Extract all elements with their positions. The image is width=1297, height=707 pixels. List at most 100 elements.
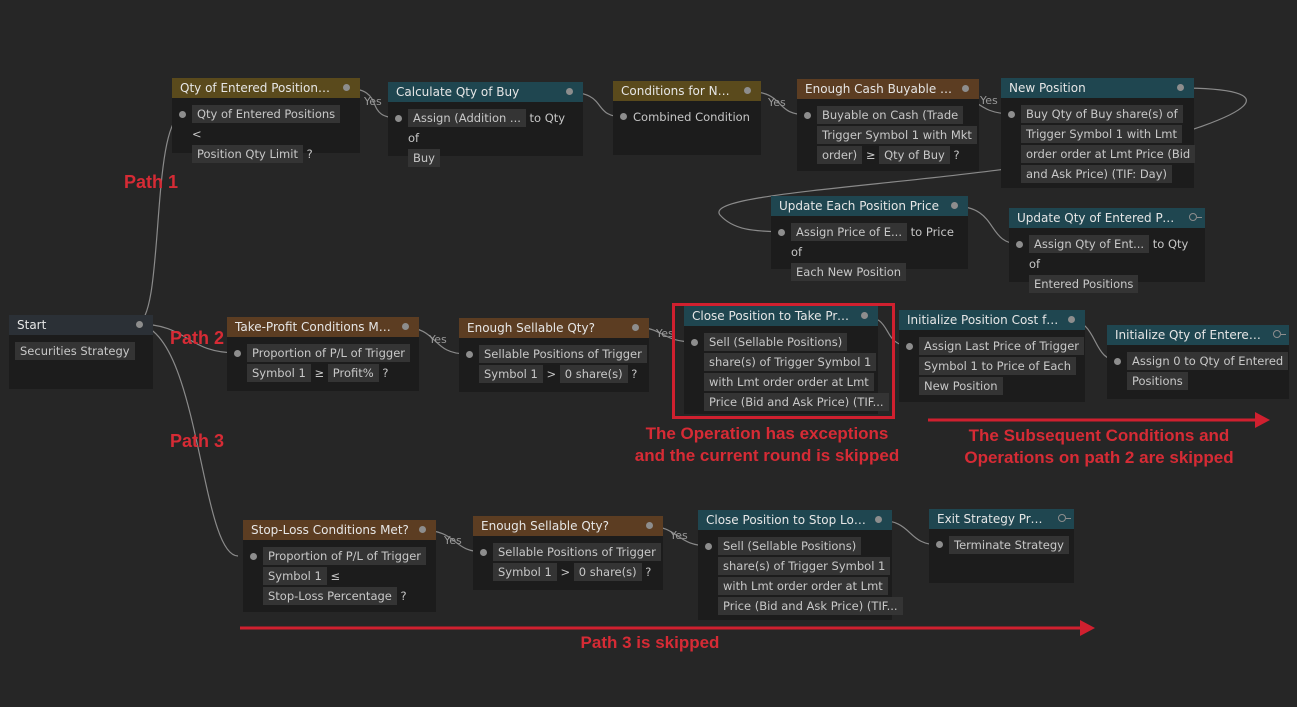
output-port-icon[interactable] [1177, 84, 1184, 91]
output-port-icon[interactable] [566, 88, 573, 95]
input-port-icon[interactable] [778, 229, 785, 236]
node-exit-strategy[interactable]: Exit Strategy Prog... Terminate Strategy [929, 509, 1074, 583]
node-enough-cash-title: Enough Cash Buyable Qty? [805, 82, 968, 96]
input-port-icon[interactable] [804, 112, 811, 119]
output-port-icon[interactable] [1068, 316, 1075, 323]
end-port-icon[interactable] [1189, 213, 1202, 221]
token: order order at Lmt Price (Bid [1021, 145, 1196, 163]
node-start-header: Start [9, 315, 153, 335]
token: share(s) of Trigger Symbol 1 [718, 557, 891, 575]
operator: ? [382, 366, 389, 380]
node-sellable-sl[interactable]: Enough Sellable Qty? Sellable Positions … [473, 516, 663, 590]
input-port-icon[interactable] [620, 113, 627, 120]
token: Terminate Strategy [949, 536, 1069, 554]
end-port-icon[interactable] [1273, 330, 1286, 338]
node-conditions-new-body: Combined Condition [613, 101, 761, 133]
token: Securities Strategy [15, 342, 135, 360]
input-port-icon[interactable] [936, 541, 943, 548]
node-update-price-title: Update Each Position Price [779, 199, 940, 213]
node-qty-limit[interactable]: Qty of Entered Positions L... Qty of Ent… [172, 78, 360, 163]
node-start[interactable]: Start Securities Strategy [9, 315, 153, 389]
node-init-qty-header: Initialize Qty of Entered ... [1107, 325, 1289, 345]
token: and Ask Price) (TIF: Day) [1021, 165, 1173, 183]
node-take-profit-header: Take-Profit Conditions Met? [227, 317, 419, 337]
token: Assign Last Price of Trigger [919, 337, 1085, 355]
token: with Lmt order order at Lmt [718, 577, 888, 595]
node-conditions-new[interactable]: Conditions for Ne... Combined Condition [613, 81, 761, 155]
exception-note-line2: and the current round is skipped [634, 446, 900, 465]
output-port-icon[interactable] [343, 84, 350, 91]
token: Sellable Positions of Trigger [493, 543, 661, 561]
node-stop-loss[interactable]: Stop-Loss Conditions Met? Proportion of … [243, 520, 436, 612]
node-close-stop-loss-title: Close Position to Stop Loss [706, 513, 867, 527]
operator: < [192, 127, 202, 141]
operator: ≥ [314, 366, 325, 380]
path-3-label: Path 3 [170, 431, 225, 451]
input-port-icon[interactable] [480, 549, 487, 556]
node-init-cost[interactable]: Initialize Position Cost for ... Assign … [899, 310, 1085, 402]
skip-arrowhead-path3 [1080, 620, 1095, 636]
input-port-icon[interactable] [250, 553, 257, 560]
output-port-icon[interactable] [744, 87, 751, 94]
node-sellable-tp-body: Sellable Positions of Trigger Symbol 1 >… [459, 338, 649, 390]
node-qty-limit-body: Qty of Entered Positions < Position Qty … [172, 98, 360, 170]
node-calc-qty-header: Calculate Qty of Buy [388, 82, 583, 102]
node-calc-qty[interactable]: Calculate Qty of Buy Assign (Addition ..… [388, 82, 583, 167]
node-sellable-tp-title: Enough Sellable Qty? [467, 321, 595, 335]
path-2-label: Path 2 [170, 328, 225, 348]
input-port-icon[interactable] [234, 350, 241, 357]
node-new-position[interactable]: New Position Buy Qty of Buy share(s) of … [1001, 78, 1196, 190]
yes-label: Yes [364, 95, 382, 108]
output-port-icon[interactable] [646, 522, 653, 529]
node-init-qty[interactable]: Initialize Qty of Entered ... Assign 0 t… [1107, 325, 1289, 399]
input-port-icon[interactable] [705, 543, 712, 550]
node-update-price-header: Update Each Position Price [771, 196, 968, 216]
node-close-stop-loss-header: Close Position to Stop Loss [698, 510, 892, 530]
input-port-icon[interactable] [466, 351, 473, 358]
token: Positions [1127, 372, 1188, 390]
token: Each New Position [791, 263, 907, 281]
node-sellable-tp[interactable]: Enough Sellable Qty? Sellable Positions … [459, 318, 649, 392]
node-enough-cash-body: Buyable on Cash (Trade Trigger Symbol 1 … [797, 99, 979, 171]
token: Buy [408, 149, 440, 167]
output-port-icon[interactable] [402, 323, 409, 330]
token: Qty of Buy [879, 146, 950, 164]
node-qty-limit-header: Qty of Entered Positions L... [172, 78, 360, 98]
node-enough-cash-header: Enough Cash Buyable Qty? [797, 79, 979, 99]
operator: ≤ [330, 569, 341, 583]
input-port-icon[interactable] [179, 111, 186, 118]
node-update-qty-title: Update Qty of Entered Posi... [1017, 211, 1191, 225]
input-port-icon[interactable] [1114, 358, 1121, 365]
node-update-price-body: Assign Price of E... to Price of Each Ne… [771, 216, 968, 288]
output-port-icon[interactable] [962, 85, 969, 92]
path-1-label: Path 1 [124, 172, 179, 192]
node-new-position-header: New Position [1001, 78, 1194, 98]
operator: > [560, 565, 571, 579]
node-update-qty-body: Assign Qty of Ent... to Qty of Entered P… [1009, 228, 1205, 300]
output-port-icon[interactable] [632, 324, 639, 331]
token: Assign (Addition ... [408, 109, 526, 127]
input-port-icon[interactable] [1016, 241, 1023, 248]
output-port-icon[interactable] [419, 526, 426, 533]
output-port-icon[interactable] [875, 516, 882, 523]
output-port-icon[interactable] [136, 321, 143, 328]
node-enough-cash[interactable]: Enough Cash Buyable Qty? Buyable on Cash… [797, 79, 979, 171]
node-close-stop-loss[interactable]: Close Position to Stop Loss Sell (Sellab… [698, 510, 903, 620]
operator: ? [306, 147, 313, 161]
output-port-icon[interactable] [951, 202, 958, 209]
token: Assign 0 to Qty of Entered [1127, 352, 1289, 370]
token: Buy Qty of Buy share(s) of [1021, 105, 1183, 123]
node-exit-strategy-body: Terminate Strategy [929, 529, 1074, 561]
input-port-icon[interactable] [1008, 111, 1015, 118]
input-port-icon[interactable] [395, 115, 402, 122]
node-new-position-body: Buy Qty of Buy share(s) of Trigger Symbo… [1001, 98, 1196, 190]
input-port-icon[interactable] [906, 343, 913, 350]
node-update-qty[interactable]: Update Qty of Entered Posi... Assign Qty… [1009, 208, 1205, 293]
node-update-price[interactable]: Update Each Position Price Assign Price … [771, 196, 968, 281]
node-start-body: Securities Strategy [9, 335, 153, 367]
node-take-profit[interactable]: Take-Profit Conditions Met? Proportion o… [227, 317, 419, 391]
yes-label: Yes [980, 94, 998, 107]
end-port-icon[interactable] [1058, 514, 1071, 522]
node-conditions-new-title: Conditions for Ne... [621, 84, 737, 98]
subsequent-skip-line1: The Subsequent Conditions and [968, 426, 1230, 445]
